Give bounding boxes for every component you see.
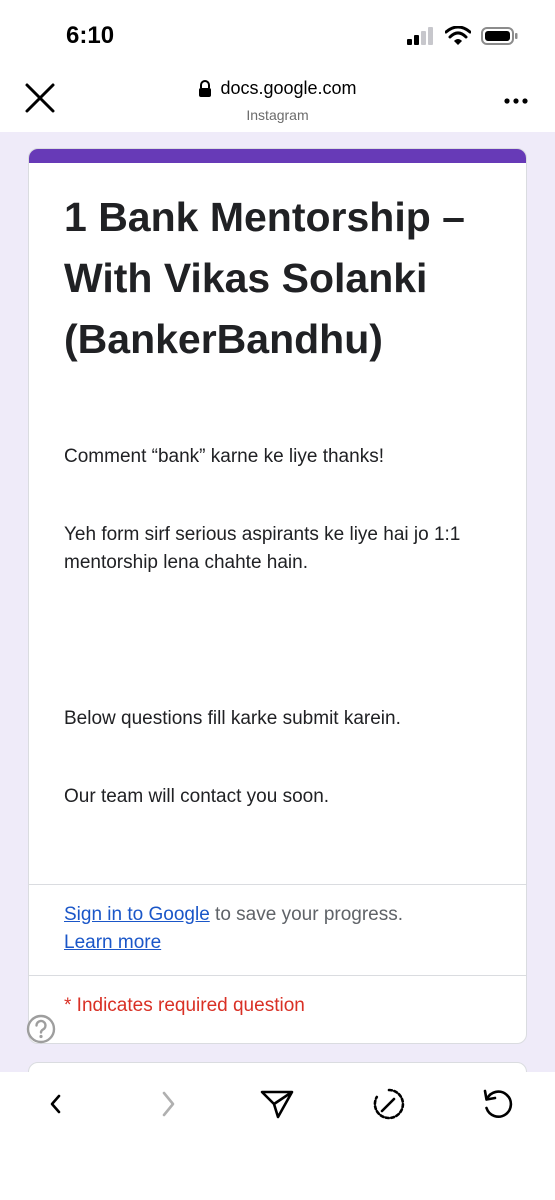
url-source: Instagram [246,106,309,123]
forward-icon [162,1091,175,1117]
learn-more-link[interactable]: Learn more [64,932,161,953]
cellular-signal-icon [407,27,433,45]
refresh-button[interactable] [480,1086,516,1122]
form-description-line: Yeh form sirf serious aspirants ke liye … [64,524,461,573]
form-description-line: Comment “bank” karne ke liye thanks! [64,446,384,467]
signin-link[interactable]: Sign in to Google [64,904,210,925]
page-content: 1 Bank Mentorship – With Vikas Solanki (… [0,132,555,1072]
more-icon [504,98,528,104]
help-button[interactable] [26,1014,56,1044]
speed-button[interactable] [371,1086,407,1122]
form-header-card: 1 Bank Mentorship – With Vikas Solanki (… [28,148,527,1044]
divider [29,975,526,976]
status-time: 6:10 [66,22,115,49]
url-domain: docs.google.com [220,78,357,98]
share-icon [260,1090,294,1119]
divider [29,884,526,885]
browser-bottom-bar [0,1072,555,1200]
speed-icon [373,1088,405,1120]
browser-toolbar: docs.google.com Instagram [0,70,555,132]
form-description-line: Our team will contact you soon. [64,786,330,807]
form-accent-bar [29,149,526,163]
forward-button[interactable] [150,1086,186,1122]
signin-text: to save your progress. [209,904,404,925]
lock-icon [199,79,212,97]
back-icon [50,1094,61,1114]
form-description-line: Below questions fill karke submit karein… [64,708,401,729]
share-button[interactable] [259,1086,295,1122]
form-title: 1 Bank Mentorship – With Vikas Solanki (… [64,194,465,362]
more-button[interactable] [503,92,529,104]
back-button[interactable] [38,1086,74,1122]
question-card [28,1062,527,1072]
address-bar[interactable]: docs.google.com Instagram [0,78,555,123]
battery-icon [481,27,518,45]
required-note: * Indicates required question [64,995,305,1016]
help-icon [26,1014,56,1044]
status-bar: 6:10 [0,0,555,70]
refresh-icon [483,1089,513,1118]
wifi-icon [445,26,471,45]
status-icons [407,26,519,46]
signin-notice: Sign in to Google to save your progress.… [64,901,504,957]
